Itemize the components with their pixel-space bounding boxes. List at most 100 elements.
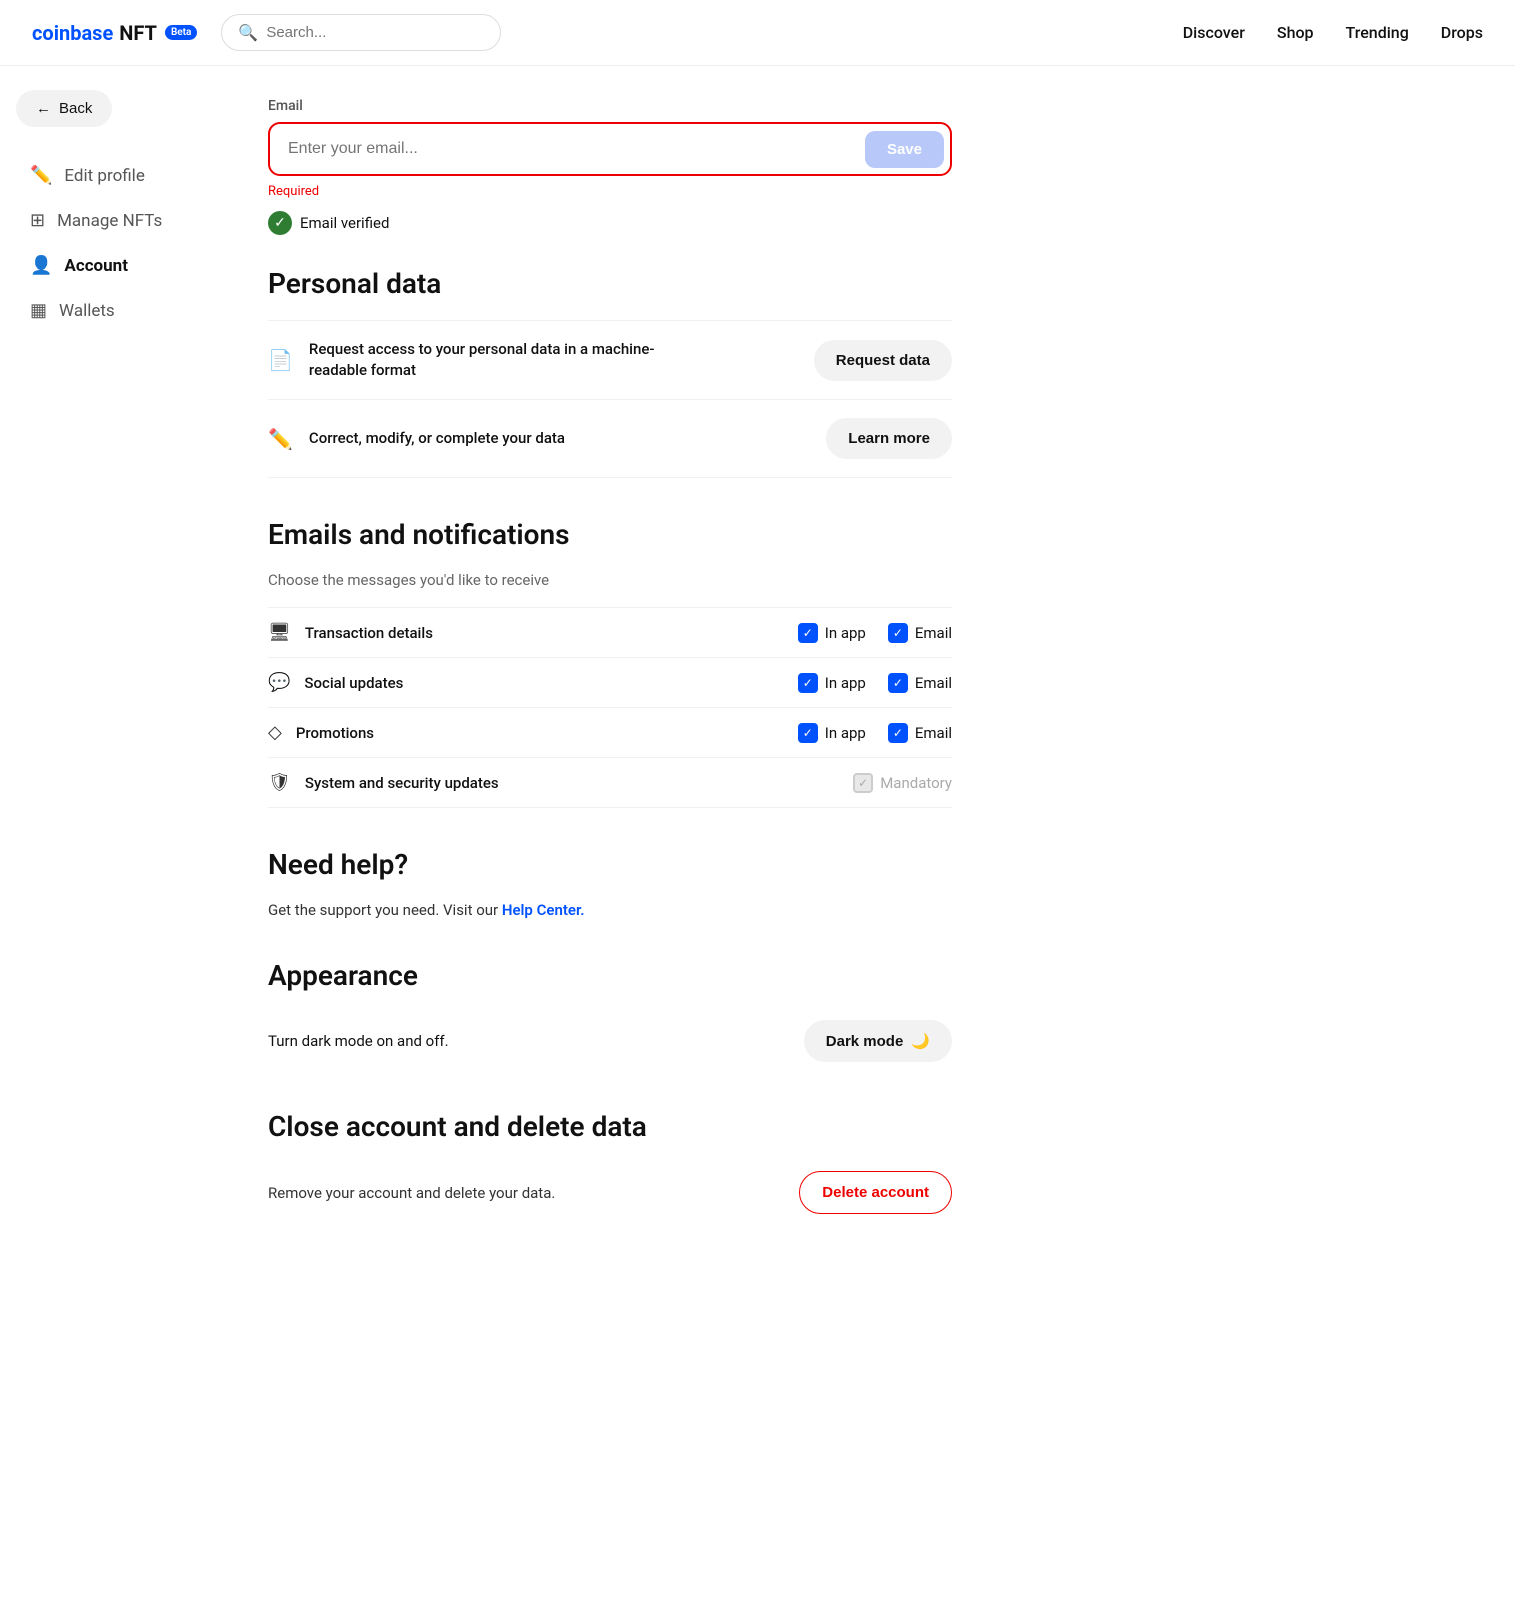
nav-links: Discover Shop Trending Drops — [1183, 23, 1483, 42]
help-center-link[interactable]: Help Center. — [502, 901, 585, 919]
beta-badge: Beta — [165, 25, 197, 40]
sidebar-item-edit-profile[interactable]: ✏️ Edit profile — [16, 155, 204, 196]
appearance-row: Turn dark mode on and off. Dark mode 🌙 — [268, 1012, 952, 1070]
data-row-left: 📄 Request access to your personal data i… — [268, 339, 689, 381]
save-button[interactable]: Save — [865, 131, 944, 168]
promotions-inapp-option[interactable]: ✓ In app — [798, 723, 866, 743]
need-help-prefix: Get the support you need. Visit our — [268, 901, 502, 919]
correct-data-text: Correct, modify, or complete your data — [309, 428, 565, 449]
main-content: Email Save Required ✓ Email verified Per… — [220, 66, 1000, 1606]
close-account-heading: Close account and delete data — [268, 1110, 952, 1143]
transaction-email-checkbox[interactable]: ✓ — [888, 623, 908, 643]
need-help-heading: Need help? — [268, 848, 952, 881]
data-row-request: 📄 Request access to your personal data i… — [268, 320, 952, 400]
search-bar: 🔍 — [221, 14, 501, 51]
nav-discover[interactable]: Discover — [1183, 23, 1245, 42]
delete-row: Remove your account and delete your data… — [268, 1163, 952, 1222]
promotions-email-option[interactable]: ✓ Email — [888, 723, 952, 743]
learn-more-button[interactable]: Learn more — [826, 418, 952, 459]
inapp-label: In app — [825, 624, 866, 642]
nav-trending[interactable]: Trending — [1346, 23, 1409, 42]
appearance-section: Appearance Turn dark mode on and off. Da… — [268, 959, 952, 1070]
sidebar-item-manage-nfts[interactable]: ⊞ Manage NFTs — [16, 200, 204, 241]
data-row-left: ✏️ Correct, modify, or complete your dat… — [268, 427, 565, 451]
social-email-option[interactable]: ✓ Email — [888, 673, 952, 693]
transaction-icon: 🖥 — [268, 622, 291, 643]
email-input-row: Save — [268, 122, 952, 176]
promotions-email-checkbox[interactable]: ✓ — [888, 723, 908, 743]
social-icon: 💬 — [268, 672, 290, 693]
sidebar-item-label: Account — [64, 256, 128, 276]
notif-label-system: System and security updates — [305, 774, 853, 792]
notif-label-transaction: Transaction details — [305, 624, 798, 642]
delete-section: Close account and delete data Remove you… — [268, 1110, 952, 1222]
sidebar-item-wallets[interactable]: ▦ Wallets — [16, 290, 204, 331]
brand-logo[interactable]: coinbase NFT Beta — [32, 21, 197, 45]
email-input[interactable] — [270, 124, 859, 174]
need-help-section: Need help? Get the support you need. Vis… — [268, 848, 952, 919]
social-inapp-checkbox[interactable]: ✓ — [798, 673, 818, 693]
email-label: Email — [268, 98, 952, 114]
back-button[interactable]: ← Back — [16, 90, 112, 127]
dark-mode-button[interactable]: Dark mode 🌙 — [804, 1020, 952, 1062]
notifications-subtitle: Choose the messages you'd like to receiv… — [268, 571, 952, 589]
sidebar-nav: ✏️ Edit profile ⊞ Manage NFTs 👤 Account … — [16, 155, 204, 331]
delete-account-button[interactable]: Delete account — [799, 1171, 952, 1214]
need-help-text: Get the support you need. Visit our Help… — [268, 901, 952, 919]
verified-check-icon: ✓ — [268, 211, 292, 235]
sidebar-item-account[interactable]: 👤 Account — [16, 245, 204, 286]
notif-options: ✓ In app ✓ Email — [798, 673, 952, 693]
personal-data-section: Personal data 📄 Request access to your p… — [268, 267, 952, 478]
notif-row-transaction: 🖥 Transaction details ✓ In app ✓ Email — [268, 607, 952, 658]
required-text: Required — [268, 184, 952, 199]
notifications-heading: Emails and notifications — [268, 518, 952, 551]
transaction-email-option[interactable]: ✓ Email — [888, 623, 952, 643]
account-icon: 👤 — [30, 255, 52, 276]
system-mandatory-checkbox: ✓ — [853, 773, 873, 793]
notif-options: ✓ Mandatory — [853, 773, 952, 793]
dark-mode-label: Dark mode — [826, 1033, 904, 1050]
brand-nft: NFT — [119, 21, 157, 45]
delete-description: Remove your account and delete your data… — [268, 1184, 555, 1202]
notif-options: ✓ In app ✓ Email — [798, 723, 952, 743]
social-email-checkbox[interactable]: ✓ — [888, 673, 908, 693]
wallets-icon: ▦ — [30, 300, 47, 321]
request-data-text: Request access to your personal data in … — [309, 339, 689, 381]
verified-row: ✓ Email verified — [268, 211, 952, 235]
edit-icon: ✏️ — [268, 427, 293, 451]
data-row-learn: ✏️ Correct, modify, or complete your dat… — [268, 400, 952, 478]
transaction-inapp-checkbox[interactable]: ✓ — [798, 623, 818, 643]
email-label: Email — [915, 674, 952, 692]
email-label: Email — [915, 724, 952, 742]
appearance-heading: Appearance — [268, 959, 952, 992]
notif-label-social: Social updates — [304, 674, 797, 692]
page-layout: ← Back ✏️ Edit profile ⊞ Manage NFTs 👤 A… — [0, 66, 1515, 1606]
dark-mode-description: Turn dark mode on and off. — [268, 1032, 449, 1050]
email-section: Email Save Required ✓ Email verified — [268, 98, 952, 235]
promotions-icon: ◇ — [268, 722, 282, 743]
request-data-button[interactable]: Request data — [814, 340, 952, 381]
back-label: Back — [59, 100, 92, 117]
transaction-inapp-option[interactable]: ✓ In app — [798, 623, 866, 643]
nav-shop[interactable]: Shop — [1277, 23, 1314, 42]
security-icon: 🛡 — [268, 772, 291, 793]
promotions-inapp-checkbox[interactable]: ✓ — [798, 723, 818, 743]
mandatory-label: Mandatory — [880, 774, 952, 792]
brand-coinbase: coinbase — [32, 21, 113, 45]
sidebar: ← Back ✏️ Edit profile ⊞ Manage NFTs 👤 A… — [0, 66, 220, 1606]
email-label: Email — [915, 624, 952, 642]
top-nav: coinbase NFT Beta 🔍 Discover Shop Trendi… — [0, 0, 1515, 66]
nav-drops[interactable]: Drops — [1441, 23, 1483, 42]
notif-row-system: 🛡 System and security updates ✓ Mandator… — [268, 758, 952, 808]
notif-label-promotions: Promotions — [296, 724, 798, 742]
social-inapp-option[interactable]: ✓ In app — [798, 673, 866, 693]
search-icon: 🔍 — [238, 23, 258, 42]
notif-row-social: 💬 Social updates ✓ In app ✓ Email — [268, 658, 952, 708]
dark-mode-icon: 🌙 — [911, 1032, 930, 1050]
document-icon: 📄 — [268, 348, 293, 372]
back-arrow-icon: ← — [36, 100, 51, 117]
personal-data-heading: Personal data — [268, 267, 952, 300]
verified-text: Email verified — [300, 214, 389, 232]
search-input[interactable] — [266, 24, 466, 41]
notif-options: ✓ In app ✓ Email — [798, 623, 952, 643]
